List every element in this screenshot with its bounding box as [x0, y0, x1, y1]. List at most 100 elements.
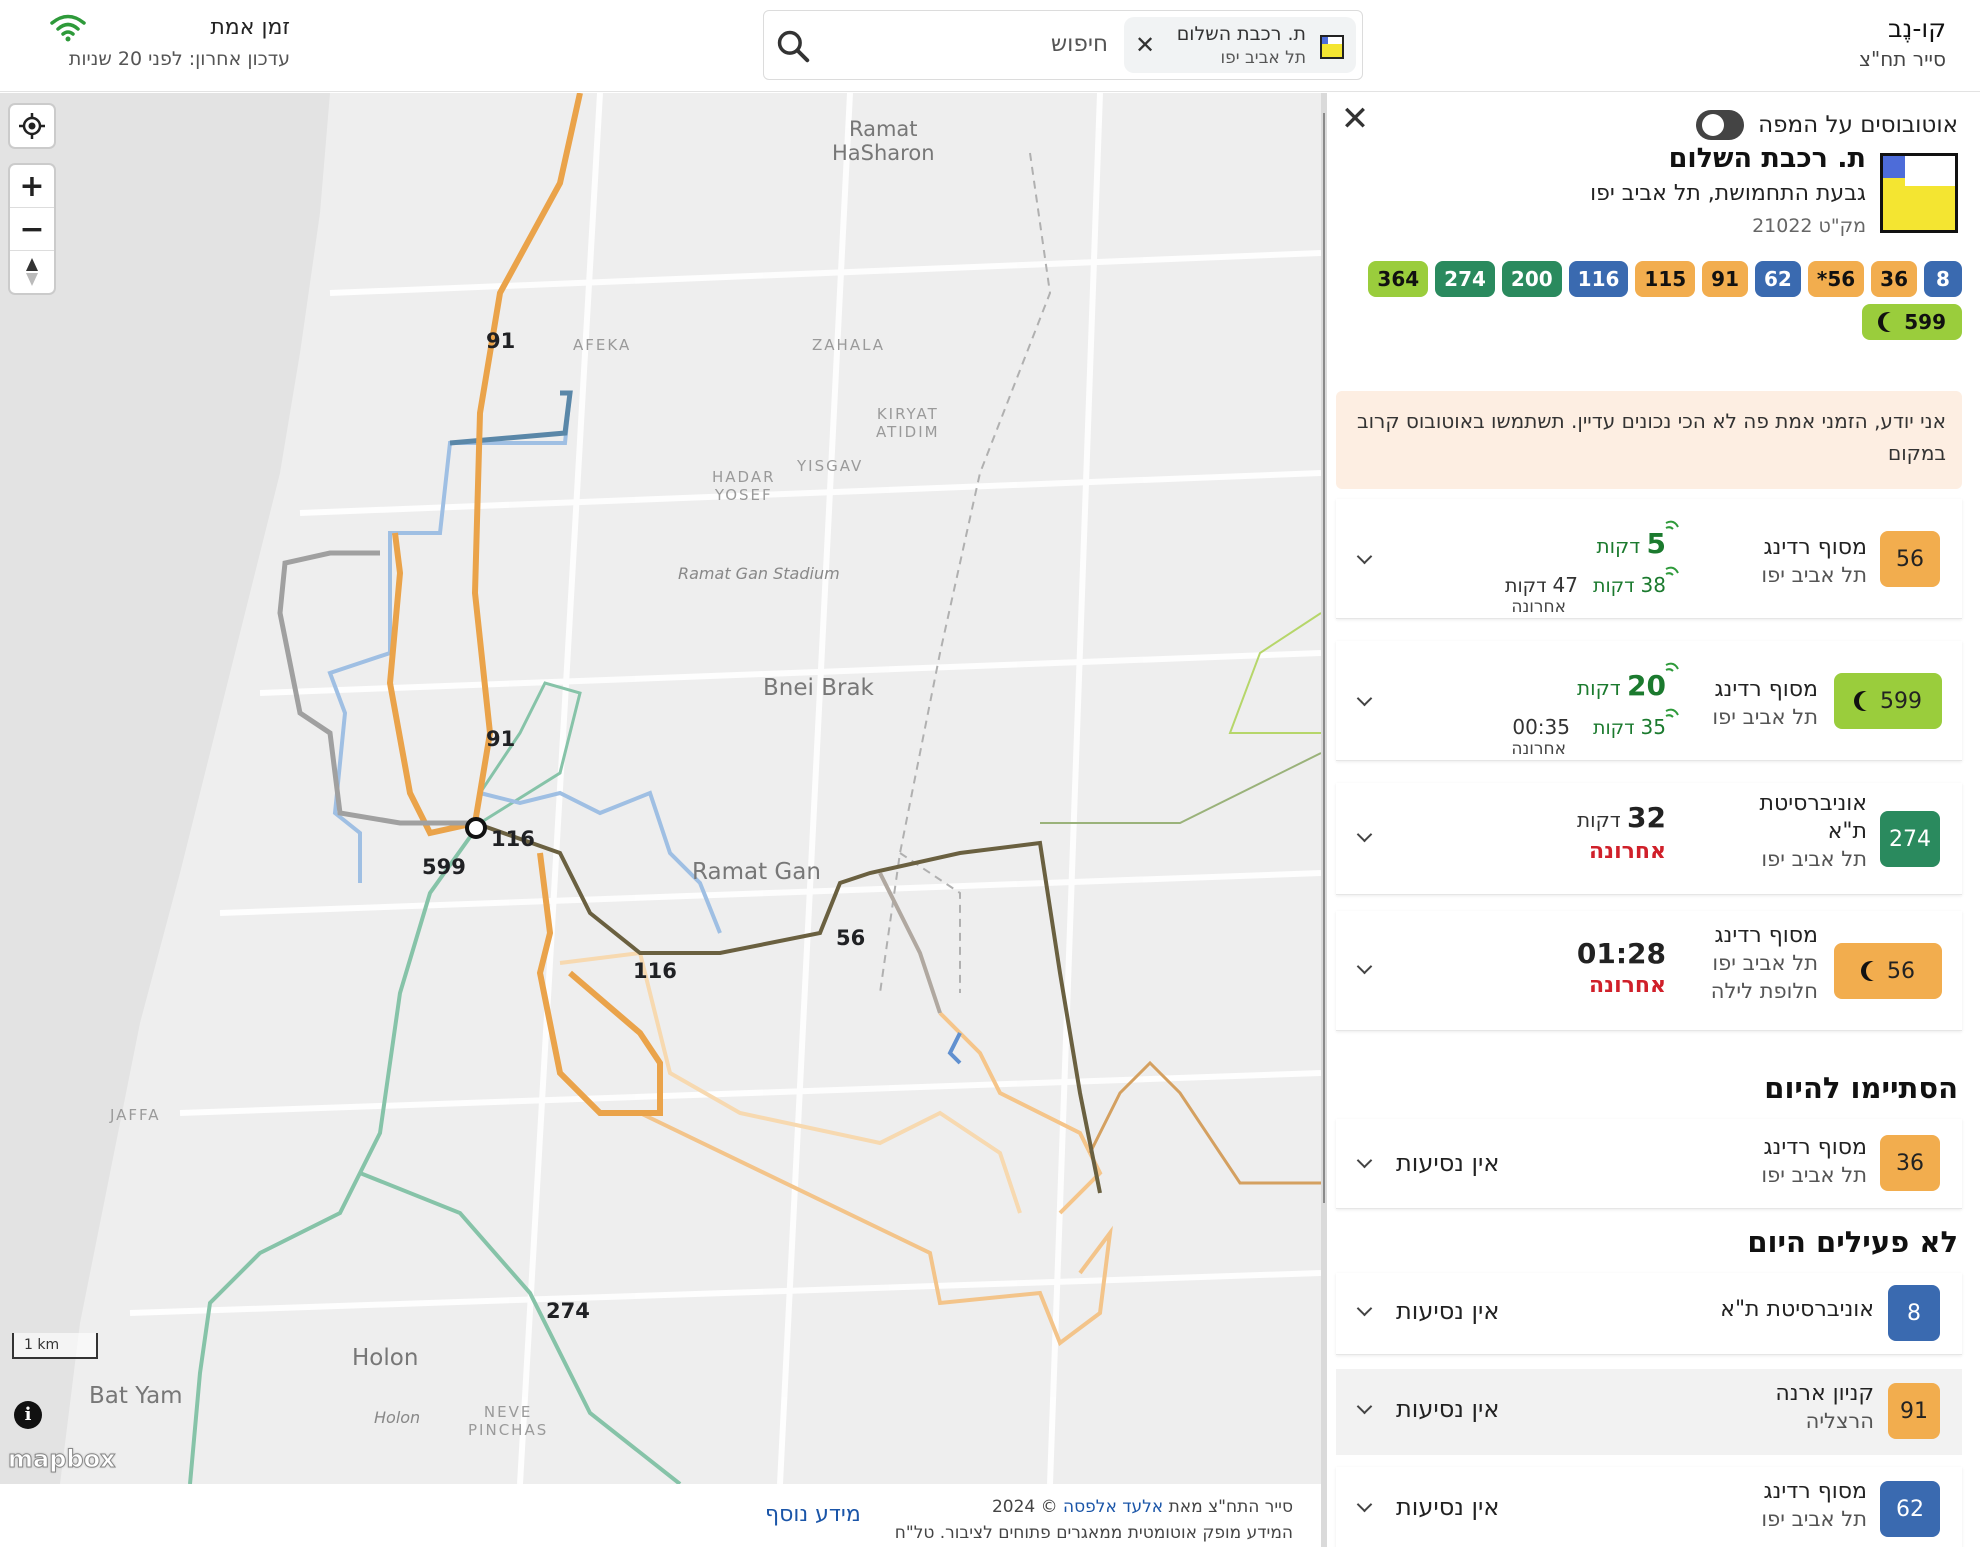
line-card[interactable]: 62 מסוף רדינג תל אביב יפו אין נסיעות: [1336, 1467, 1962, 1547]
chip-stop-city: תל אביב יפו: [1220, 48, 1306, 68]
info-icon[interactable]: i: [14, 1401, 42, 1429]
app-subtitle: סייר תח"צ: [1859, 47, 1946, 71]
place-label: Bnei Brak: [763, 675, 874, 701]
chevron-down-icon[interactable]: [1354, 691, 1376, 713]
zoom-in-button[interactable]: +: [10, 165, 54, 207]
search-box[interactable]: חיפוש ת. רכבת השלום תל אביב יפו ✕: [763, 10, 1363, 80]
route-line-short: [947, 1032, 962, 1065]
app-header: קו-נֶב סייר תח"צ חיפוש ת. רכבת השלום תל …: [0, 0, 1980, 92]
more-info-link[interactable]: מידע נוסף: [765, 1502, 861, 1527]
line-card[interactable]: 8 אוניברסיטת ת"א אין נסיעות: [1336, 1273, 1962, 1355]
author-link[interactable]: אלעד אלפסה: [1063, 1497, 1163, 1517]
no-trips-status: אין נסיעות: [1396, 1297, 1500, 1325]
section-title-finished: הסתיימו להיום: [1764, 1071, 1958, 1105]
moon-icon: [1859, 691, 1879, 711]
geolocate-control[interactable]: [10, 105, 54, 147]
line-badge: 274: [1880, 811, 1940, 867]
credit-pre: סייר התח"צ מאת: [1168, 1497, 1293, 1517]
chevron-down-icon[interactable]: [1354, 1301, 1376, 1323]
route-chip[interactable]: 115: [1635, 261, 1696, 297]
destination: קניון ארנה: [1775, 1381, 1874, 1406]
stop-area: גבעת התחמושת, תל אביב יפו: [1590, 181, 1866, 206]
stop-panel: ✕ אוטובוסים על המפה ת. רכבת השלום גבעת ה…: [1327, 93, 1980, 1547]
line-badge: 36: [1880, 1135, 1940, 1191]
arrival-card[interactable]: 274 אוניברסיטת ת"א תל אביב יפו 32 דקות א…: [1336, 783, 1962, 895]
chevron-down-icon[interactable]: [1354, 1399, 1376, 1421]
destination: מסוף רדינג: [1714, 677, 1818, 702]
close-panel-button[interactable]: ✕: [1335, 99, 1375, 139]
locate-icon[interactable]: [10, 105, 54, 147]
chevron-down-icon[interactable]: [1354, 1153, 1376, 1175]
zoom-out-button[interactable]: −: [10, 208, 54, 250]
line-badge: 91: [1888, 1383, 1940, 1439]
place-label: YISGAV: [797, 457, 864, 475]
buses-on-map-toggle-row[interactable]: אוטובוסים על המפה: [1696, 107, 1958, 143]
arrival-card[interactable]: 599 מסוף רדינג תל אביב יפו 20 דקות 35 דק…: [1336, 641, 1962, 761]
route-chip[interactable]: 56*: [1807, 261, 1865, 297]
arrival-card[interactable]: 56 מסוף רדינג תל אביב יפו חלופת לילה 01:…: [1336, 911, 1962, 1031]
stop-flag-icon: [1880, 153, 1958, 233]
map[interactable]: Ramat HaSharon AFEKA ZAHALA KIRYAT ATIDI…: [0, 93, 1321, 1484]
destination: מסוף רדינג: [1763, 535, 1867, 560]
route-chip[interactable]: 274: [1435, 261, 1495, 297]
place-label: Bat Yam: [89, 1383, 183, 1409]
zoom-control[interactable]: + −: [10, 165, 54, 293]
selected-stop-chip[interactable]: ת. רכבת השלום תל אביב יפו ✕: [1124, 17, 1356, 73]
place-label: KIRYAT ATIDIM: [876, 405, 940, 441]
route-chip[interactable]: 599: [1862, 304, 1962, 340]
mapbox-logo[interactable]: mapbox: [8, 1445, 117, 1474]
route-chip[interactable]: 364: [1368, 261, 1429, 297]
route-label: 599: [422, 855, 466, 879]
chip-remove-button[interactable]: ✕: [1132, 31, 1158, 59]
buses-on-map-toggle[interactable]: [1696, 110, 1745, 140]
route-chip[interactable]: 36: [1871, 261, 1917, 297]
chevron-down-icon[interactable]: [1354, 827, 1376, 849]
destination-city: תל אביב יפו: [1761, 563, 1867, 587]
chevron-down-icon[interactable]: [1354, 959, 1376, 981]
no-trips-status: אין נסיעות: [1396, 1395, 1500, 1423]
brand[interactable]: קו-נֶב סייר תח"צ: [1859, 14, 1946, 74]
destination: אוניברסיטת: [1759, 791, 1868, 816]
realtime-icon: [1665, 566, 1679, 576]
line-card[interactable]: 91 קניון ארנה הרצליה אין נסיעות: [1336, 1369, 1962, 1455]
arrival-card[interactable]: 56 מסוף רדינג תל אביב יפו 5 דקות 38 דקות…: [1336, 499, 1962, 619]
destination-city: תל אביב יפו: [1712, 951, 1818, 975]
chevron-down-icon[interactable]: [1354, 549, 1376, 571]
map-canvas[interactable]: [0, 93, 1321, 1484]
route-label: 91: [486, 727, 516, 751]
realtime-label: זמן אמת: [210, 15, 290, 40]
line-card[interactable]: 36 מסוף רדינג תל אביב יפו אין נסיעות: [1336, 1119, 1962, 1209]
destination: אוניברסיטת ת"א: [1720, 1297, 1874, 1322]
last-caption: אחרונה: [1511, 739, 1566, 759]
route-label: 116: [491, 827, 535, 851]
search-input[interactable]: חיפוש: [1051, 31, 1108, 57]
data-notice: המידע מופק אוטומטית ממאגרים פתוחים לציבו…: [894, 1523, 1293, 1543]
place-label: JAFFA: [110, 1106, 161, 1124]
destination-city: הרצליה: [1805, 1409, 1874, 1433]
route-chip[interactable]: 62: [1755, 261, 1801, 297]
destination: מסוף רדינג: [1763, 1479, 1867, 1504]
compass-icon[interactable]: [10, 251, 54, 293]
section-title-inactive: לא פעילים היום: [1747, 1225, 1958, 1259]
route-chip[interactable]: 200: [1501, 261, 1562, 297]
destination-line2: ת"א: [1827, 819, 1867, 844]
stop-marker: [465, 817, 487, 839]
search-icon[interactable]: [774, 27, 812, 65]
eta-next: 38 דקות: [1592, 573, 1666, 597]
route-line-115: [639, 1111, 1113, 1347]
stop-name: ת. רכבת השלום: [1668, 143, 1866, 174]
map-scale: 1 km: [12, 1333, 98, 1359]
chevron-down-icon[interactable]: [1354, 1497, 1376, 1519]
route-chip[interactable]: 91: [1702, 261, 1748, 297]
realtime-icon: [1665, 708, 1679, 718]
scheduled-time: 01:28: [1576, 937, 1666, 970]
route-line-8: [449, 390, 573, 446]
stop-flag-icon: [1320, 35, 1344, 59]
route-line-91: [386, 93, 583, 837]
eta-primary: 32 דקות: [1576, 801, 1666, 834]
destination-city: תל אביב יפו: [1761, 1507, 1867, 1531]
place-label: Ramat Gan Stadium: [678, 564, 840, 583]
route-chip[interactable]: 116: [1568, 261, 1629, 297]
route-line-274: [188, 821, 482, 1484]
route-chip[interactable]: 8: [1924, 261, 1962, 297]
